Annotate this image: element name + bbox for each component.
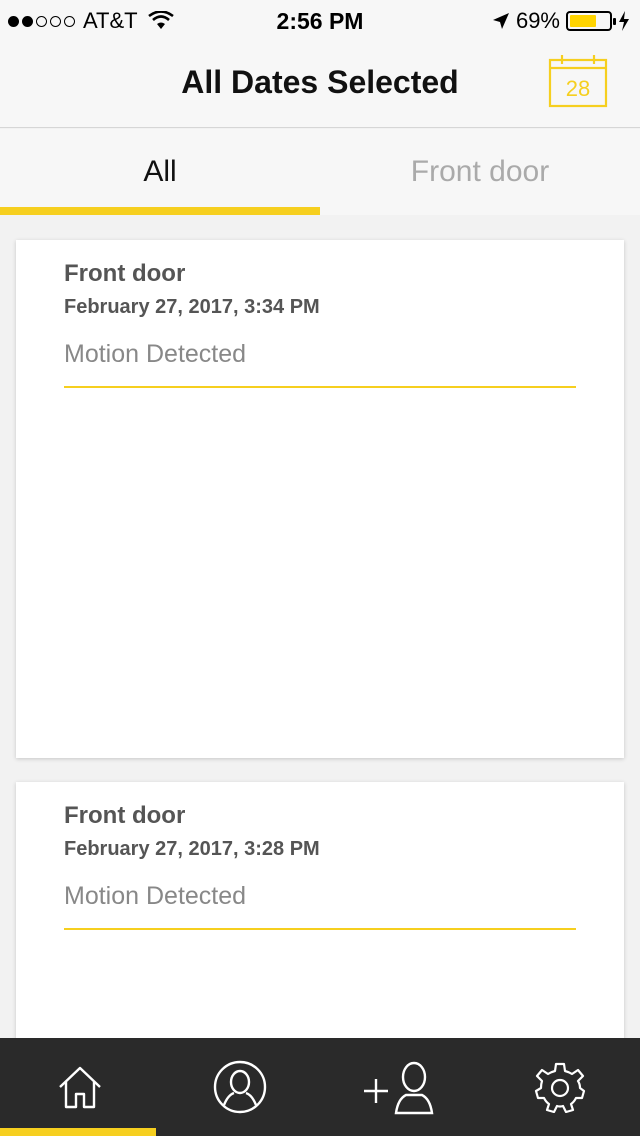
event-card[interactable]: Front door February 27, 2017, 3:34 PM Mo… [16, 240, 624, 758]
event-type: Motion Detected [64, 340, 247, 368]
page-title: All Dates Selected [181, 64, 459, 100]
status-right: 69% [492, 8, 630, 34]
status-bar: AT&T 2:56 PM 69% [0, 0, 640, 40]
tab-all[interactable]: All [0, 129, 320, 215]
event-divider [64, 928, 576, 930]
event-device: Front door [64, 802, 186, 829]
battery-level [570, 15, 597, 27]
calendar-day: 28 [566, 76, 590, 101]
active-tab-indicator [0, 207, 320, 215]
event-divider [64, 386, 576, 388]
active-nav-indicator [0, 1128, 156, 1136]
settings-icon [534, 1062, 586, 1113]
add-person-icon [364, 1061, 434, 1115]
charging-icon [619, 11, 629, 31]
tab-bar: All Front door [0, 129, 640, 215]
event-type: Motion Detected [64, 882, 247, 910]
battery-percent: 69% [515, 8, 560, 33]
home-icon [59, 1066, 101, 1109]
tab-front-door[interactable]: Front door [320, 129, 640, 215]
event-card[interactable]: Front door February 27, 2017, 3:28 PM Mo… [16, 782, 624, 1038]
event-datetime: February 27, 2017, 3:34 PM [64, 296, 320, 318]
nav-profile-button[interactable] [160, 1038, 320, 1136]
nav-home-button[interactable] [0, 1038, 160, 1136]
profile-icon [213, 1060, 267, 1114]
event-datetime: February 27, 2017, 3:28 PM [64, 838, 320, 860]
event-list[interactable]: Front door February 27, 2017, 3:34 PM Mo… [0, 215, 640, 1038]
bottom-nav [0, 1038, 640, 1136]
event-device: Front door [64, 260, 186, 287]
calendar-button[interactable]: 28 [548, 54, 608, 108]
location-arrow-icon [492, 13, 509, 29]
nav-add-person-button[interactable] [320, 1038, 480, 1136]
header: All Dates Selected 28 [0, 40, 640, 128]
nav-settings-button[interactable] [480, 1038, 640, 1136]
calendar-icon: 28 [548, 55, 608, 108]
battery-icon [566, 11, 616, 31]
